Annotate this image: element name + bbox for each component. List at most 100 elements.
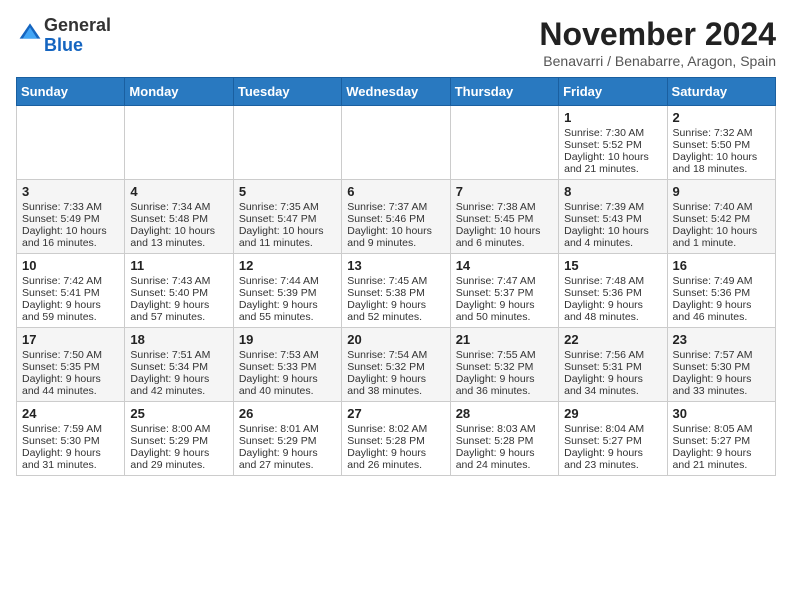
day-info: Sunrise: 7:38 AM Sunset: 5:45 PM Dayligh… — [456, 201, 541, 249]
day-number: 29 — [564, 406, 661, 421]
calendar-cell: 28 Sunrise: 8:03 AM Sunset: 5:28 PM Dayli… — [450, 402, 558, 476]
logo-icon — [18, 21, 42, 45]
day-info: Sunrise: 8:02 AM Sunset: 5:28 PM Dayligh… — [347, 423, 427, 471]
calendar-week-row: 3 Sunrise: 7:33 AM Sunset: 5:49 PM Daylig… — [17, 180, 776, 254]
day-info: Sunrise: 8:05 AM Sunset: 5:27 PM Dayligh… — [673, 423, 753, 471]
day-number: 11 — [130, 258, 227, 273]
day-info: Sunrise: 7:47 AM Sunset: 5:37 PM Dayligh… — [456, 275, 536, 323]
calendar-cell: 19 Sunrise: 7:53 AM Sunset: 5:33 PM Dayli… — [233, 328, 341, 402]
day-info: Sunrise: 7:51 AM Sunset: 5:34 PM Dayligh… — [130, 349, 210, 397]
weekday-header-row: SundayMondayTuesdayWednesdayThursdayFrid… — [17, 78, 776, 106]
calendar-cell: 2Sunrise: 7:32 AM Sunset: 5:50 PM Daylig… — [667, 106, 775, 180]
day-number: 13 — [347, 258, 444, 273]
weekday-header-monday: Monday — [125, 78, 233, 106]
day-info: Sunrise: 7:54 AM Sunset: 5:32 PM Dayligh… — [347, 349, 427, 397]
calendar-cell: 17 Sunrise: 7:50 AM Sunset: 5:35 PM Dayli… — [17, 328, 125, 402]
calendar-cell: 6Sunrise: 7:37 AM Sunset: 5:46 PM Daylig… — [342, 180, 450, 254]
calendar-cell: 24 Sunrise: 7:59 AM Sunset: 5:30 PM Dayli… — [17, 402, 125, 476]
calendar-week-row: 17 Sunrise: 7:50 AM Sunset: 5:35 PM Dayli… — [17, 328, 776, 402]
day-info: Sunrise: 7:56 AM Sunset: 5:31 PM Dayligh… — [564, 349, 644, 397]
weekday-header-saturday: Saturday — [667, 78, 775, 106]
calendar-cell: 18Sunrise: 7:51 AM Sunset: 5:34 PM Dayli… — [125, 328, 233, 402]
calendar-cell: 3 Sunrise: 7:33 AM Sunset: 5:49 PM Daylig… — [17, 180, 125, 254]
day-info: Sunrise: 8:00 AM Sunset: 5:29 PM Dayligh… — [130, 423, 210, 471]
day-number: 25 — [130, 406, 227, 421]
page-header: General Blue November 2024 Benavarri / B… — [16, 16, 776, 69]
day-number: 16 — [673, 258, 770, 273]
day-info: Sunrise: 8:03 AM Sunset: 5:28 PM Dayligh… — [456, 423, 536, 471]
day-info: Sunrise: 7:49 AM Sunset: 5:36 PM Dayligh… — [673, 275, 753, 323]
day-number: 6 — [347, 184, 444, 199]
day-number: 12 — [239, 258, 336, 273]
day-number: 23 — [673, 332, 770, 347]
day-number: 26 — [239, 406, 336, 421]
weekday-header-wednesday: Wednesday — [342, 78, 450, 106]
calendar-cell — [17, 106, 125, 180]
calendar-cell: 20 Sunrise: 7:54 AM Sunset: 5:32 PM Dayli… — [342, 328, 450, 402]
day-info: Sunrise: 7:48 AM Sunset: 5:36 PM Dayligh… — [564, 275, 644, 323]
day-number: 7 — [456, 184, 553, 199]
calendar-cell: 23Sunrise: 7:57 AM Sunset: 5:30 PM Dayli… — [667, 328, 775, 402]
calendar-cell: 30 Sunrise: 8:05 AM Sunset: 5:27 PM Dayli… — [667, 402, 775, 476]
location-text: Benavarri / Benabarre, Aragon, Spain — [539, 53, 776, 69]
day-info: Sunrise: 8:01 AM Sunset: 5:29 PM Dayligh… — [239, 423, 319, 471]
month-title: November 2024 — [539, 16, 776, 53]
calendar-week-row: 10 Sunrise: 7:42 AM Sunset: 5:41 PM Dayli… — [17, 254, 776, 328]
weekday-header-sunday: Sunday — [17, 78, 125, 106]
calendar-cell: 8Sunrise: 7:39 AM Sunset: 5:43 PM Daylig… — [559, 180, 667, 254]
day-number: 30 — [673, 406, 770, 421]
logo-blue-text: Blue — [44, 35, 83, 55]
day-number: 21 — [456, 332, 553, 347]
day-number: 15 — [564, 258, 661, 273]
day-number: 1 — [564, 110, 661, 125]
day-number: 9 — [673, 184, 770, 199]
day-info: Sunrise: 7:44 AM Sunset: 5:39 PM Dayligh… — [239, 275, 319, 323]
day-info: Sunrise: 7:40 AM Sunset: 5:42 PM Dayligh… — [673, 201, 758, 249]
calendar-cell: 25 Sunrise: 8:00 AM Sunset: 5:29 PM Dayli… — [125, 402, 233, 476]
calendar-cell: 7 Sunrise: 7:38 AM Sunset: 5:45 PM Daylig… — [450, 180, 558, 254]
calendar-cell: 14 Sunrise: 7:47 AM Sunset: 5:37 PM Dayli… — [450, 254, 558, 328]
calendar-cell: 22 Sunrise: 7:56 AM Sunset: 5:31 PM Dayli… — [559, 328, 667, 402]
day-info: Sunrise: 7:33 AM Sunset: 5:49 PM Dayligh… — [22, 201, 107, 249]
calendar-cell: 11 Sunrise: 7:43 AM Sunset: 5:40 PM Dayli… — [125, 254, 233, 328]
day-info: Sunrise: 7:35 AM Sunset: 5:47 PM Dayligh… — [239, 201, 324, 249]
day-info: Sunrise: 7:32 AM Sunset: 5:50 PM Dayligh… — [673, 127, 758, 175]
calendar-cell: 16 Sunrise: 7:49 AM Sunset: 5:36 PM Dayli… — [667, 254, 775, 328]
calendar-cell: 10 Sunrise: 7:42 AM Sunset: 5:41 PM Dayli… — [17, 254, 125, 328]
calendar-cell — [450, 106, 558, 180]
day-number: 27 — [347, 406, 444, 421]
day-info: Sunrise: 8:04 AM Sunset: 5:27 PM Dayligh… — [564, 423, 644, 471]
day-number: 20 — [347, 332, 444, 347]
day-info: Sunrise: 7:30 AM Sunset: 5:52 PM Dayligh… — [564, 127, 649, 175]
day-number: 24 — [22, 406, 119, 421]
day-number: 22 — [564, 332, 661, 347]
day-info: Sunrise: 7:34 AM Sunset: 5:48 PM Dayligh… — [130, 201, 215, 249]
day-info: Sunrise: 7:39 AM Sunset: 5:43 PM Dayligh… — [564, 201, 649, 249]
weekday-header-thursday: Thursday — [450, 78, 558, 106]
day-info: Sunrise: 7:53 AM Sunset: 5:33 PM Dayligh… — [239, 349, 319, 397]
day-number: 14 — [456, 258, 553, 273]
day-number: 19 — [239, 332, 336, 347]
calendar-cell — [233, 106, 341, 180]
day-info: Sunrise: 7:43 AM Sunset: 5:40 PM Dayligh… — [130, 275, 210, 323]
calendar-cell: 29 Sunrise: 8:04 AM Sunset: 5:27 PM Dayli… — [559, 402, 667, 476]
calendar-cell: 26 Sunrise: 8:01 AM Sunset: 5:29 PM Dayli… — [233, 402, 341, 476]
calendar-table: SundayMondayTuesdayWednesdayThursdayFrid… — [16, 77, 776, 476]
calendar-week-row: 24 Sunrise: 7:59 AM Sunset: 5:30 PM Dayli… — [17, 402, 776, 476]
calendar-cell — [125, 106, 233, 180]
day-number: 17 — [22, 332, 119, 347]
day-info: Sunrise: 7:45 AM Sunset: 5:38 PM Dayligh… — [347, 275, 427, 323]
title-block: November 2024 Benavarri / Benabarre, Ara… — [539, 16, 776, 69]
calendar-cell: 12 Sunrise: 7:44 AM Sunset: 5:39 PM Dayli… — [233, 254, 341, 328]
day-info: Sunrise: 7:50 AM Sunset: 5:35 PM Dayligh… — [22, 349, 102, 397]
day-number: 3 — [22, 184, 119, 199]
calendar-cell: 5Sunrise: 7:35 AM Sunset: 5:47 PM Daylig… — [233, 180, 341, 254]
calendar-week-row: 1 Sunrise: 7:30 AM Sunset: 5:52 PM Daylig… — [17, 106, 776, 180]
day-number: 10 — [22, 258, 119, 273]
day-number: 28 — [456, 406, 553, 421]
day-number: 4 — [130, 184, 227, 199]
calendar-cell: 9 Sunrise: 7:40 AM Sunset: 5:42 PM Daylig… — [667, 180, 775, 254]
day-info: Sunrise: 7:42 AM Sunset: 5:41 PM Dayligh… — [22, 275, 102, 323]
weekday-header-friday: Friday — [559, 78, 667, 106]
day-info: Sunrise: 7:59 AM Sunset: 5:30 PM Dayligh… — [22, 423, 102, 471]
